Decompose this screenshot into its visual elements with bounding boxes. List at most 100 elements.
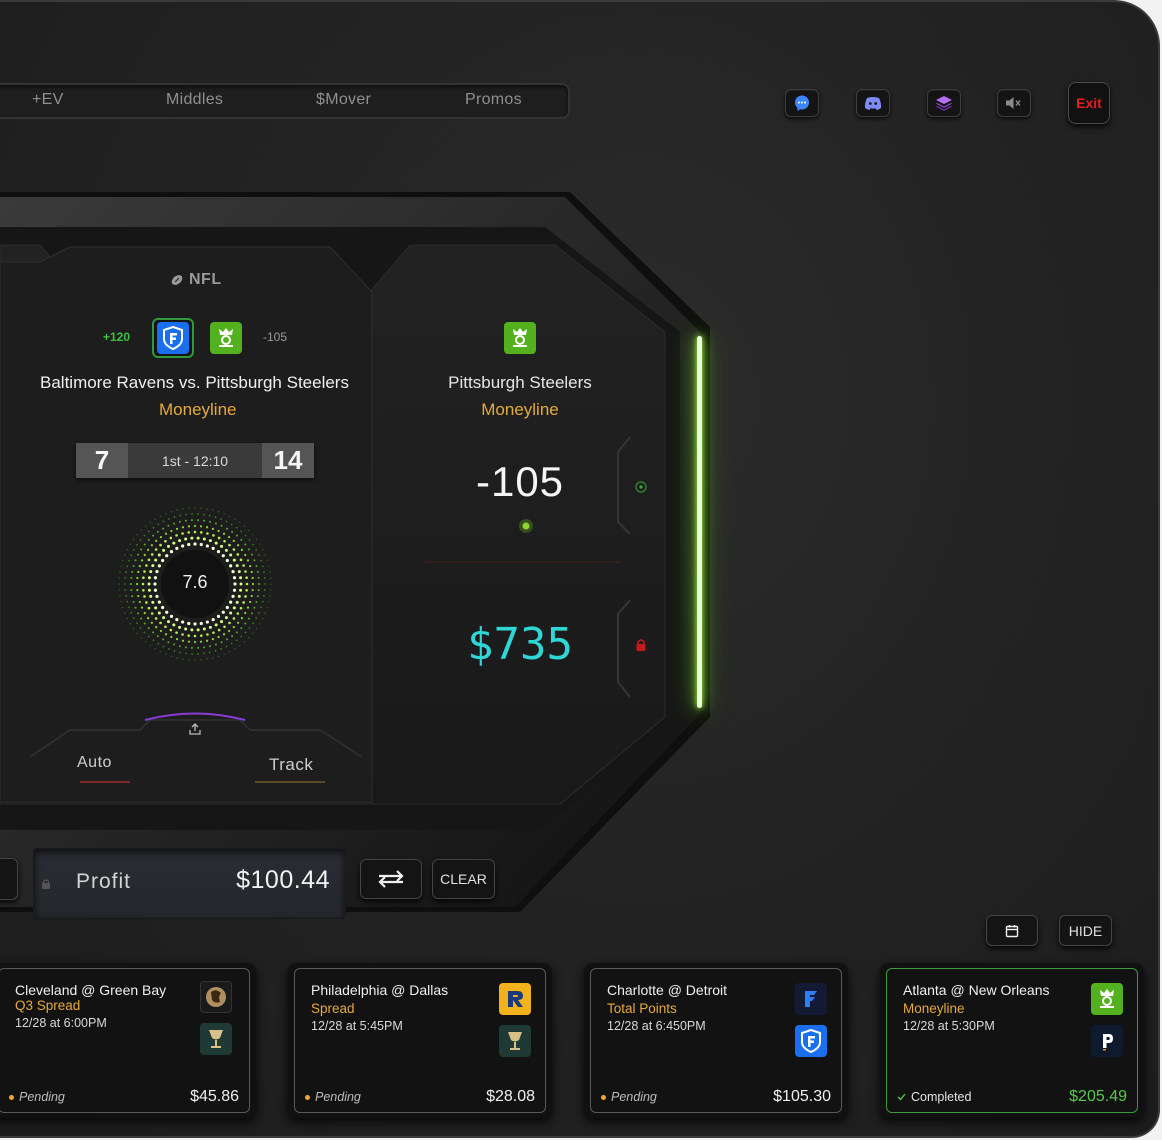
dial-dot [233, 518, 236, 520]
dial-dot [173, 522, 176, 525]
dial-dot [236, 612, 240, 615]
game-bet-type: Moneyline [159, 400, 237, 419]
dial-dot [136, 543, 138, 546]
dial-dot [222, 633, 226, 636]
calendar-button[interactable] [986, 915, 1038, 946]
dial-dot [251, 582, 255, 586]
auto-button[interactable]: Auto [77, 754, 112, 772]
dial-dot [147, 558, 151, 562]
dial-dot [193, 622, 197, 626]
dial-dot [161, 558, 165, 563]
dial-dot [263, 577, 266, 579]
dial-dot [197, 519, 200, 522]
dial-dot [220, 518, 222, 520]
dial-dot [123, 554, 126, 556]
hide-button[interactable]: HIDE [1059, 915, 1112, 946]
clear-button[interactable]: CLEAR [432, 859, 495, 899]
dial-dot [232, 626, 235, 629]
dial-dot [147, 588, 151, 592]
dial-dot [131, 570, 134, 573]
dial-dot [141, 582, 145, 586]
dial-dot [253, 559, 256, 562]
dial-dot [132, 548, 135, 551]
bet-type: Q3 Spread [15, 998, 81, 1013]
dial-dot [239, 576, 243, 580]
tab-mover[interactable]: $Mover [316, 91, 371, 109]
dial-dot [169, 536, 173, 540]
dial-dot [149, 570, 153, 574]
dial-dot [257, 589, 260, 592]
dial-dot [138, 600, 141, 604]
dial-dot [132, 564, 135, 567]
dial-dot [244, 611, 247, 615]
dial-dot [157, 564, 161, 568]
dial-dot [214, 541, 218, 545]
dial-dot [172, 541, 176, 545]
bet-card[interactable]: Philadelphia @ Dallas Spread 12/28 at 5:… [288, 963, 552, 1118]
selected-team: Pittsburgh Steelers [448, 373, 592, 392]
dial-dot [260, 606, 262, 609]
bet-status: Completed [897, 1090, 971, 1104]
dial-dot [235, 534, 238, 537]
football-icon [171, 275, 183, 285]
dial-dot [247, 548, 250, 551]
tab-ev[interactable]: +EV [32, 91, 64, 109]
dial-dot [185, 652, 188, 655]
dial-dot [246, 606, 250, 609]
bet-date: 12/28 at 6:450PM [607, 1019, 706, 1033]
dial-dot [147, 627, 150, 630]
betmgm-logo-icon [499, 1025, 531, 1057]
league-label: NFL [170, 271, 222, 289]
dial-dot [255, 548, 258, 551]
dial-dot [153, 588, 158, 592]
dial-dot [211, 657, 214, 659]
dial-dot [175, 527, 179, 530]
exit-button[interactable]: Exit [1068, 82, 1110, 124]
dial-dot [142, 576, 145, 580]
dial-dot [229, 600, 233, 604]
track-button[interactable]: Track [269, 755, 313, 775]
share-icon[interactable] [188, 722, 202, 736]
dial-dot [152, 639, 155, 642]
dial-dot [173, 643, 176, 646]
dial-dot [165, 512, 167, 515]
mute-button[interactable] [997, 89, 1031, 117]
dial-dot [179, 514, 182, 517]
tab-promos[interactable]: Promos [465, 91, 522, 109]
dial-dot [257, 576, 260, 579]
chat-button[interactable] [785, 89, 819, 117]
dial-dot [136, 622, 138, 625]
dial-dot [240, 635, 243, 638]
bet-card[interactable]: Charlotte @ Detroit Total Points 12/28 a… [584, 963, 848, 1118]
dial-dot [223, 512, 225, 515]
dial-dot [256, 595, 259, 598]
dial-dot [181, 620, 185, 624]
tab-middles[interactable]: Middles [166, 91, 223, 109]
dial-dot [205, 526, 209, 529]
prev-button[interactable] [0, 858, 18, 900]
dial-dot [147, 606, 151, 610]
dial-dot [150, 612, 154, 615]
dial-dot [126, 565, 129, 568]
dial-dot [170, 510, 173, 513]
dial-dot [229, 553, 233, 557]
dial-dot [152, 631, 155, 634]
layers-button[interactable] [927, 89, 961, 117]
dial-dot [239, 582, 243, 586]
bet-card[interactable]: Cleveland @ Green Bay Q3 Spread 12/28 at… [0, 963, 256, 1118]
dial-dot [157, 523, 160, 526]
nav-tabs: +EV Middles $Mover Promos [0, 83, 570, 119]
dial-dot [147, 530, 150, 533]
dial-dot [250, 612, 253, 615]
swap-button[interactable] [360, 859, 422, 899]
dial-dot [140, 617, 143, 620]
lock-icon[interactable] [635, 638, 647, 652]
dial-dot [251, 533, 254, 536]
dial-dot [175, 546, 179, 550]
dial-dot [211, 509, 214, 511]
fanduel-selected[interactable] [152, 318, 194, 358]
discord-button[interactable] [856, 89, 890, 117]
dial-dot [167, 524, 170, 527]
bet-card[interactable]: Atlanta @ New Orleans Moneyline 12/28 at… [880, 963, 1144, 1118]
dial-dot [130, 583, 132, 585]
